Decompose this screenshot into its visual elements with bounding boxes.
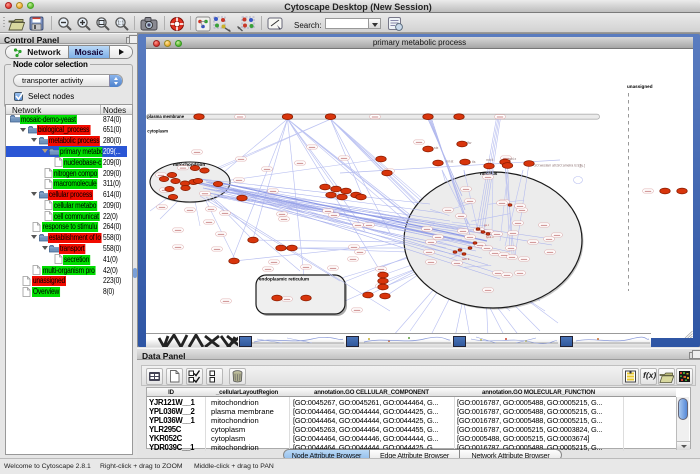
svg-text:stx: stx [434,146,439,150]
svg-text:unassigned: unassigned [627,84,653,89]
svg-text:[-..]: [-..] [580,164,585,168]
svg-text:endoplasmic reticulum: endoplasmic reticulum [259,277,309,282]
svg-text:tls: tls [472,160,476,164]
svg-text:cytoplasm: cytoplasm [147,129,168,134]
svg-text:mb.tl: mb.tl [486,158,494,162]
svg-text:ml at: ml at [446,160,453,164]
svg-text:1:1: 1:1 [117,20,124,26]
svg-text:adh tl: adh tl [462,257,470,261]
svg-text:plasma membrane: plasma membrane [147,114,184,119]
svg-text:GO:weslam atl;GO:amelra ls:t(a: GO:weslam atl;GO:amelra ls:t(a) [534,164,583,168]
svg-text:gx.t: gx.t [484,223,489,227]
svg-text:lys1.x: lys1.x [486,235,494,239]
